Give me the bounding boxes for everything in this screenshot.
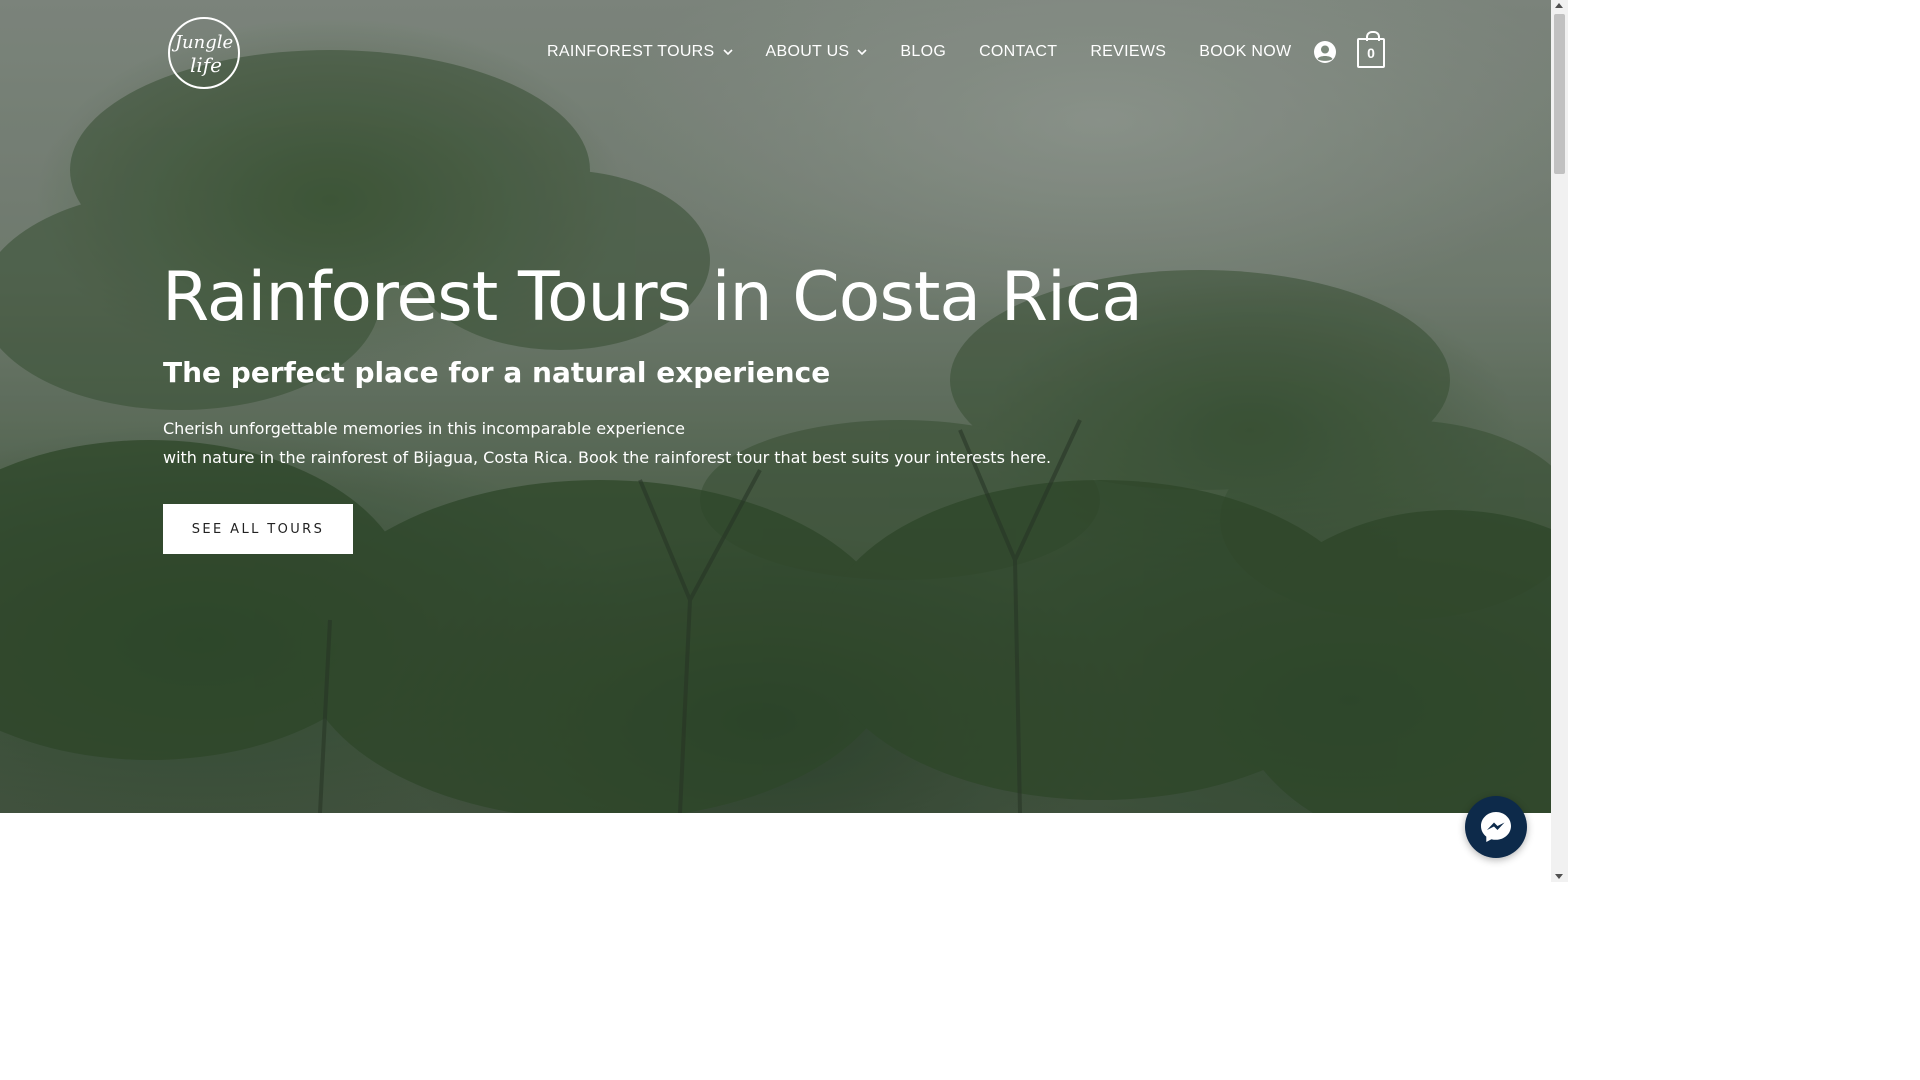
nav-item-label: BLOG — [900, 43, 947, 60]
hero-description: Cherish unforgettable memories in this i… — [163, 414, 1051, 472]
see-all-tours-button[interactable]: SEE ALL TOURS — [163, 504, 353, 554]
nav-item-reviews[interactable]: REVIEWS — [1090, 40, 1166, 64]
chevron-down-icon — [722, 49, 733, 56]
logo-text-line2: life — [190, 53, 222, 77]
nav-item-label: CONTACT — [979, 43, 1058, 60]
account-icon[interactable] — [1313, 40, 1337, 64]
nav-item-about-us[interactable]: ABOUT US — [766, 40, 868, 64]
nav-item-rainforest-tours[interactable]: RAINFOREST TOURS — [547, 40, 733, 64]
messenger-icon — [1481, 812, 1511, 842]
scroll-up-arrow-icon[interactable] — [1555, 3, 1563, 8]
scroll-down-arrow-icon[interactable] — [1555, 874, 1563, 879]
page-scrollbar[interactable] — [1551, 0, 1568, 882]
header-icons: 0 — [1313, 31, 1385, 68]
shopping-bag-icon — [1366, 31, 1380, 41]
nav-item-label: REVIEWS — [1090, 43, 1167, 60]
hero-subtitle: The perfect place for a natural experien… — [163, 356, 831, 389]
nav-item-label: ABOUT US — [765, 43, 850, 60]
nav-item-label: BOOK NOW — [1199, 43, 1292, 60]
hero-overlay — [0, 0, 1551, 813]
hero-title: Rainforest Tours in Costa Rica — [162, 258, 1143, 337]
cart-count: 0 — [1367, 45, 1375, 61]
hero-description-line2: with nature in the rainforest of Bijagua… — [163, 448, 1052, 467]
main-navigation: RAINFOREST TOURS ABOUT US BLOG CONTACT R… — [547, 40, 1324, 64]
chevron-down-icon — [857, 49, 867, 56]
hero-description-line1: Cherish unforgettable memories in this i… — [163, 419, 685, 438]
nav-item-blog[interactable]: BLOG — [900, 40, 946, 64]
nav-item-contact[interactable]: CONTACT — [979, 40, 1057, 64]
hero-section: Jungle life RAINFOREST TOURS ABOUT US BL… — [0, 0, 1551, 813]
cart-button[interactable]: 0 — [1357, 31, 1385, 68]
nav-item-label: RAINFOREST TOURS — [547, 43, 715, 60]
logo-text-line1: Jungle — [171, 32, 233, 53]
scrollbar-thumb[interactable] — [1554, 14, 1565, 174]
messenger-chat-button[interactable] — [1465, 796, 1527, 858]
nav-item-book-now[interactable]: BOOK NOW — [1199, 40, 1291, 64]
jungle-life-logo[interactable]: Jungle life — [164, 16, 244, 90]
